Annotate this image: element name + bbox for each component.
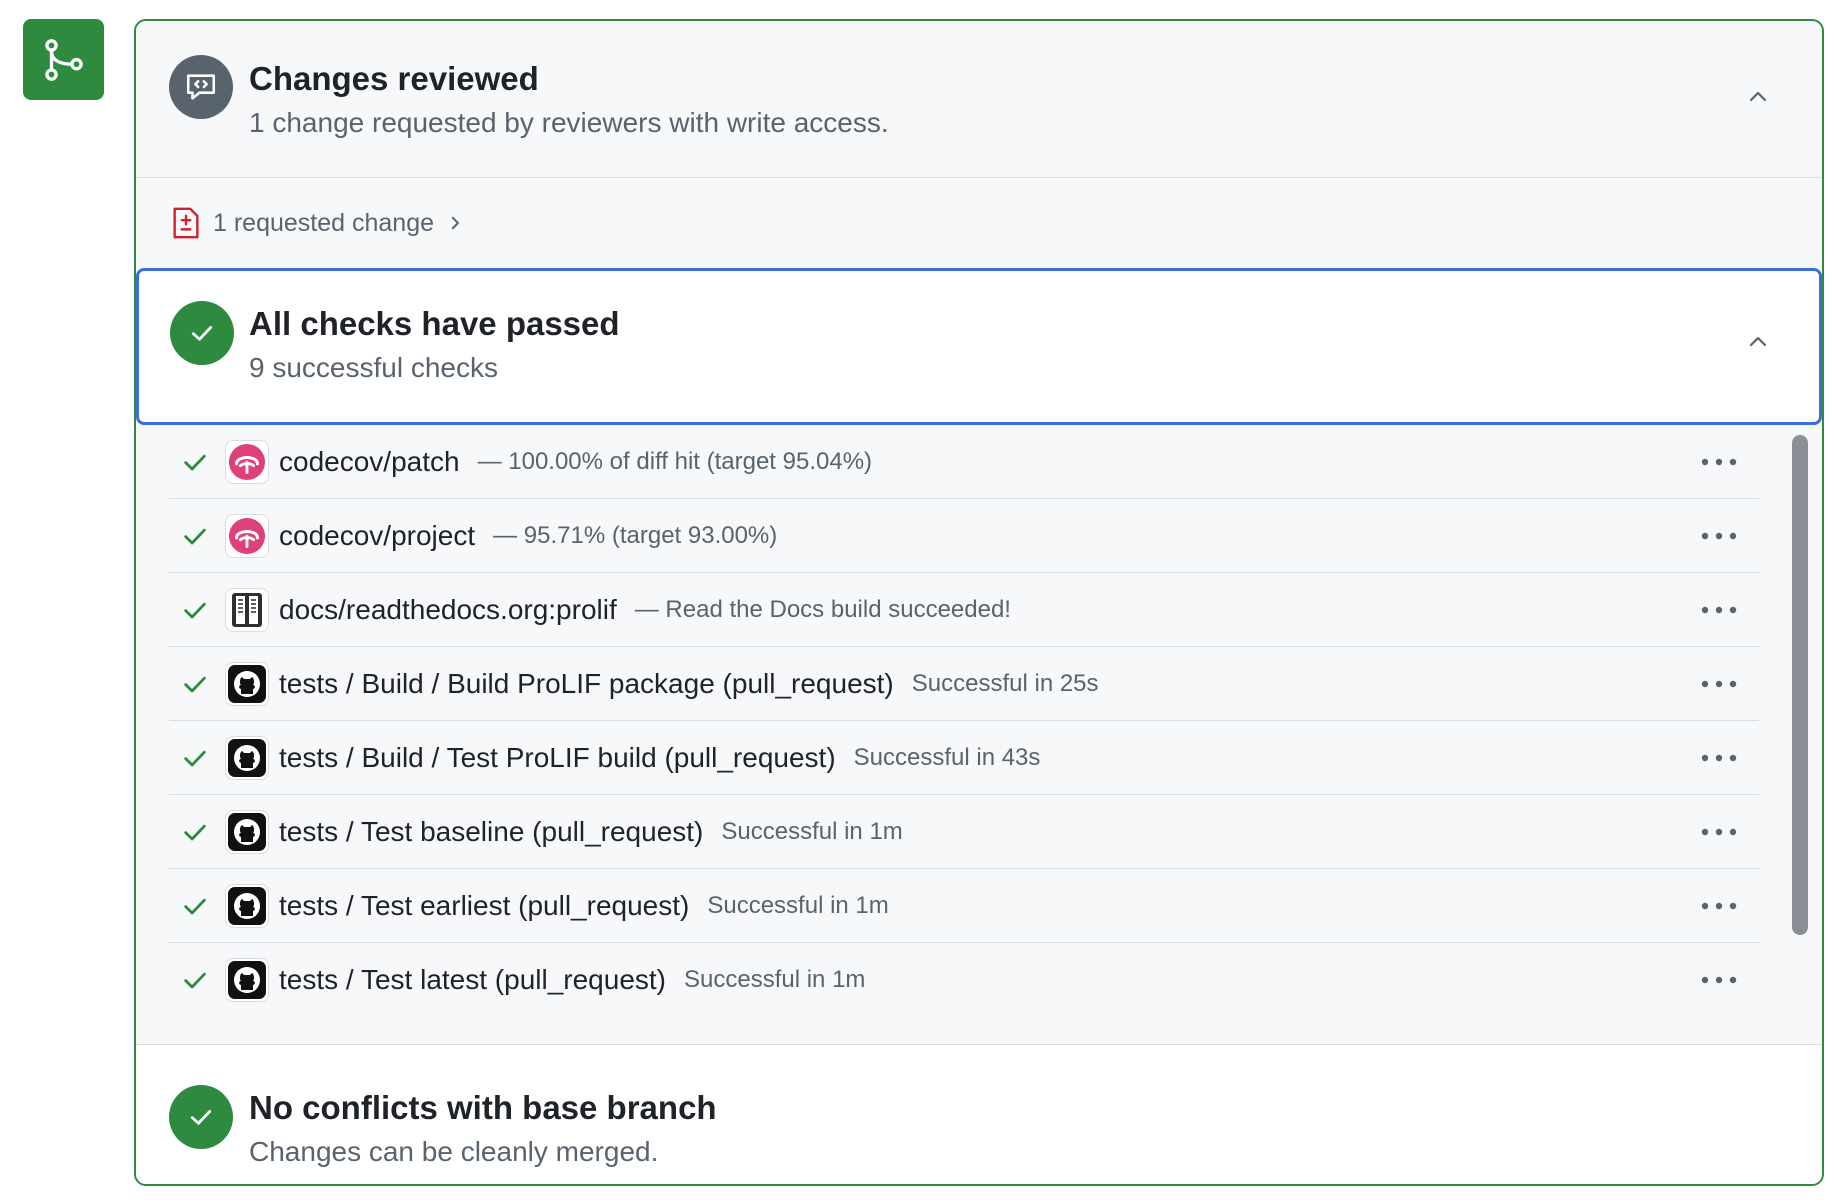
codecov-icon	[225, 513, 269, 558]
chevron-right-icon	[446, 213, 464, 233]
code-review-icon	[169, 55, 233, 119]
merge-conflicts-section: No conflicts with base branch Changes ca…	[136, 1045, 1822, 1184]
check-name[interactable]: tests / Build / Build ProLIF package (pu…	[279, 668, 894, 700]
check-name[interactable]: docs/readthedocs.org:prolif	[279, 594, 617, 626]
checks-list: codecov/patch — 100.00% of diff hit (tar…	[136, 425, 1822, 1045]
check-name[interactable]: tests / Test latest (pull_request)	[279, 964, 666, 996]
review-subtitle: 1 change requested by reviewers with wri…	[249, 107, 889, 138]
github-icon	[225, 809, 269, 854]
check-row[interactable]: codecov/patch — 100.00% of diff hit (tar…	[169, 425, 1759, 499]
collapse-checks-button[interactable]	[1744, 328, 1772, 356]
requested-changes-link[interactable]: 1 requested change	[136, 178, 1822, 268]
merge-title: No conflicts with base branch	[249, 1089, 717, 1126]
kebab-horizontal-icon[interactable]	[1699, 743, 1739, 773]
kebab-horizontal-icon[interactable]	[1699, 595, 1739, 625]
check-circle-icon	[170, 301, 234, 365]
requested-change-label: 1 requested change	[213, 208, 435, 237]
git-merge-icon	[44, 38, 83, 81]
scrollbar-thumb[interactable]	[1792, 435, 1808, 935]
github-icon	[225, 735, 269, 780]
kebab-horizontal-icon[interactable]	[1699, 965, 1739, 995]
git-merge-badge	[23, 19, 104, 100]
readthedocs-icon	[225, 587, 269, 632]
review-title: Changes reviewed	[249, 60, 539, 97]
kebab-horizontal-icon[interactable]	[1699, 891, 1739, 921]
github-icon	[225, 958, 269, 1002]
checks-subtitle: 9 successful checks	[249, 352, 498, 383]
check-name[interactable]: tests / Test earliest (pull_request)	[279, 890, 689, 922]
kebab-horizontal-icon[interactable]	[1699, 521, 1739, 551]
check-icon	[179, 892, 211, 920]
chevron-up-icon	[1749, 336, 1767, 347]
check-icon	[179, 670, 211, 698]
kebab-horizontal-icon[interactable]	[1699, 447, 1739, 477]
check-icon	[179, 818, 211, 846]
check-row[interactable]: tests / Test baseline (pull_request) Suc…	[169, 795, 1759, 869]
check-name[interactable]: tests / Test baseline (pull_request)	[279, 816, 703, 848]
check-description: Successful in 1m	[684, 966, 866, 993]
check-icon	[179, 596, 211, 624]
file-diff-icon	[173, 207, 199, 239]
check-row[interactable]: tests / Build / Build ProLIF package (pu…	[169, 647, 1759, 721]
check-row[interactable]: docs/readthedocs.org:prolif — Read the D…	[169, 573, 1759, 647]
check-icon	[179, 966, 211, 994]
chevron-up-icon	[1749, 91, 1767, 102]
check-description: Successful in 25s	[911, 669, 1099, 697]
codecov-icon	[225, 439, 269, 484]
check-icon	[179, 744, 211, 772]
check-name[interactable]: codecov/project	[279, 520, 475, 552]
checks-section-header[interactable]: All checks have passed 9 successful chec…	[136, 268, 1822, 425]
kebab-horizontal-icon[interactable]	[1699, 817, 1739, 847]
check-description: — Read the Docs build succeeded!	[634, 595, 1011, 623]
checks-scrollbar[interactable]	[1792, 435, 1808, 1044]
check-description: — 100.00% of diff hit (target 95.04%)	[477, 447, 873, 475]
collapse-review-button[interactable]	[1744, 83, 1772, 111]
check-circle-icon	[169, 1085, 233, 1149]
check-row[interactable]: tests / Test latest (pull_request) Succe…	[169, 943, 1759, 1017]
github-icon	[225, 883, 269, 928]
checks-title: All checks have passed	[249, 305, 620, 342]
check-row[interactable]: tests / Build / Test ProLIF build (pull_…	[169, 721, 1759, 795]
check-icon	[179, 448, 211, 476]
check-description: Successful in 1m	[721, 817, 903, 845]
check-description: Successful in 1m	[707, 891, 889, 919]
merge-status-panel: Changes reviewed 1 change requested by r…	[134, 19, 1824, 1186]
check-description: — 95.71% (target 93.00%)	[493, 521, 778, 549]
check-row[interactable]: codecov/project — 95.71% (target 93.00%)	[169, 499, 1759, 573]
check-name[interactable]: tests / Build / Test ProLIF build (pull_…	[279, 742, 836, 774]
review-section: Changes reviewed 1 change requested by r…	[136, 21, 1822, 178]
github-icon	[225, 661, 269, 706]
merge-subtitle: Changes can be cleanly merged.	[249, 1136, 659, 1167]
check-icon	[179, 522, 211, 550]
check-name[interactable]: codecov/patch	[279, 446, 460, 478]
check-description: Successful in 43s	[853, 743, 1041, 771]
kebab-horizontal-icon[interactable]	[1699, 669, 1739, 699]
check-row[interactable]: tests / Test earliest (pull_request) Suc…	[169, 869, 1759, 943]
